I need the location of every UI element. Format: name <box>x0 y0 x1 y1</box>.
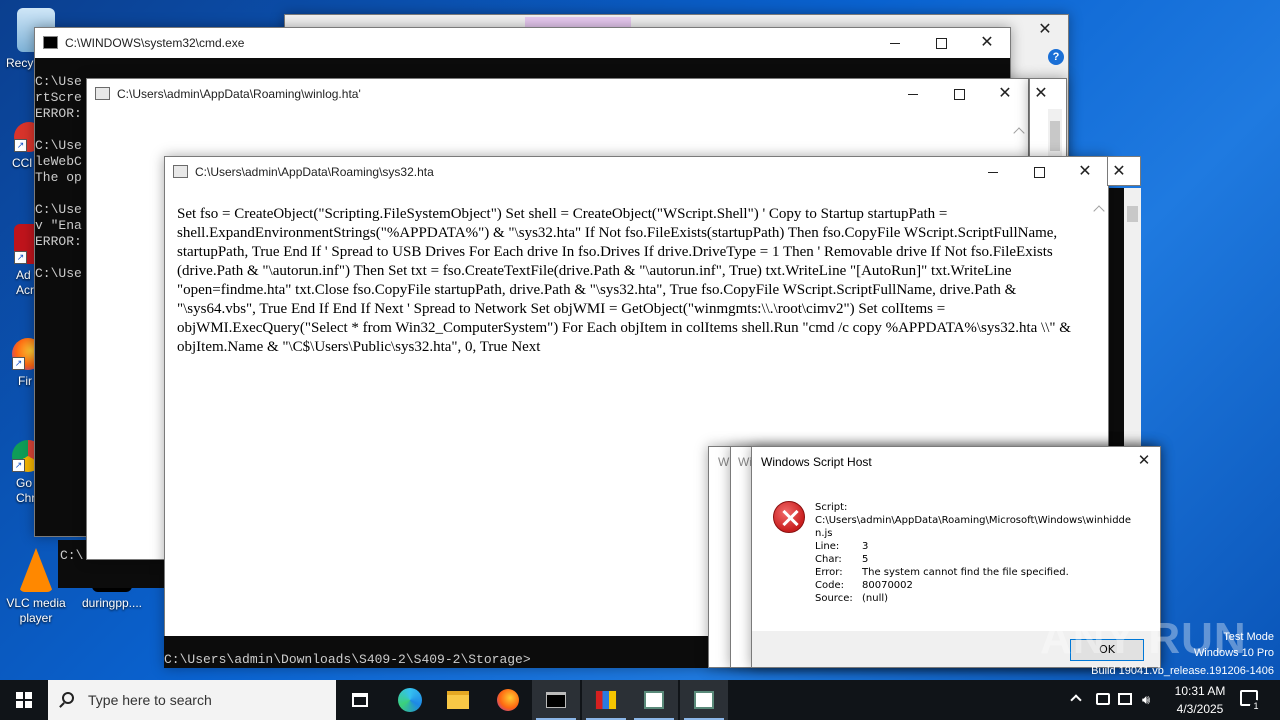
cmd-maximize-button[interactable] <box>918 28 964 58</box>
taskbar-explorer[interactable] <box>434 680 482 720</box>
taskbar: Type here to search 🔊︎ 10:31 AM 4/3/2025… <box>0 680 1280 720</box>
script-host-icon <box>595 690 617 710</box>
char-label: Char: <box>815 554 842 565</box>
winlog-titlebar[interactable]: C:\Users\admin\AppData\Roaming\winlog.ht… <box>87 79 1028 109</box>
cmd-icon <box>546 692 566 708</box>
scroll-up-icon[interactable] <box>1093 205 1105 217</box>
char-row: Char: 5 <box>815 553 1145 566</box>
sys32-script-content: Set fso = CreateObject("Scripting.FileSy… <box>177 206 1071 355</box>
taskbar-firefox[interactable] <box>484 680 532 720</box>
task-view-button[interactable] <box>336 680 384 720</box>
windows-logo-icon <box>16 692 32 708</box>
vlc-cone-icon <box>19 548 53 592</box>
dialog-title: Windows Script Host <box>761 455 872 469</box>
cmd-bottom-prompt: C:\Users\admin\Downloads\S409-2\S409-2\S… <box>164 652 531 667</box>
task-view-icon <box>352 693 368 707</box>
script-path: C:\Users\admin\AppData\Roaming\Microsoft… <box>815 515 1132 539</box>
msgbox-behind-title: W <box>718 455 730 469</box>
msgbox-behind-title: Wi <box>738 455 752 469</box>
code-row: Code: 80070002 <box>815 579 1145 592</box>
search-icon <box>62 692 74 704</box>
code-label: Code: <box>815 580 844 591</box>
error-icon <box>773 501 805 533</box>
frame-close-button[interactable]: ✕ <box>1026 79 1056 109</box>
cmd-fragment-prompt: C:\ <box>60 548 84 563</box>
hta-window-icon <box>694 691 714 709</box>
frame-scroll-thumb <box>1050 121 1060 151</box>
line-label: Line: <box>815 541 840 552</box>
tray-volume-icon[interactable]: 🔊︎ <box>1142 692 1150 708</box>
sys32-side-frame: ✕ <box>1107 156 1141 186</box>
clock-time[interactable]: 10:31 AM <box>1160 684 1240 698</box>
taskbar-hta-2[interactable] <box>680 680 728 720</box>
taskbar-script-host[interactable] <box>582 680 630 720</box>
line-value: 3 <box>862 541 869 552</box>
tray-keyboard-icon[interactable] <box>1118 693 1132 705</box>
firefox-icon <box>497 689 519 711</box>
os-edition-text: Windows 10 Pro <box>1193 647 1274 659</box>
search-placeholder: Type here to search <box>88 692 212 708</box>
source-value: (null) <box>862 593 889 604</box>
shortcut-arrow-icon: ↗ <box>14 251 27 264</box>
side-scroll-thumb <box>1127 206 1138 222</box>
background-close-button[interactable]: ✕ <box>1022 15 1068 45</box>
shortcut-arrow-icon: ↗ <box>12 459 25 472</box>
sys32-maximize-button[interactable] <box>1016 157 1062 187</box>
shortcut-arrow-icon: ↗ <box>14 139 27 152</box>
scroll-up-icon[interactable] <box>1013 127 1025 139</box>
sys32-side-scrollbar <box>1124 188 1141 446</box>
cmd-titlebar[interactable]: C:\WINDOWS\system32\cmd.exe ✕ <box>35 28 1010 58</box>
taskbar-cmd[interactable] <box>532 680 580 720</box>
test-mode-text: Test Mode <box>1223 631 1274 643</box>
tray-chevron-icon[interactable] <box>1070 694 1082 706</box>
folder-icon <box>447 691 469 709</box>
sys32-minimize-button[interactable] <box>970 157 1016 187</box>
shortcut-arrow-icon: ↗ <box>12 357 25 370</box>
edge-icon <box>398 688 422 712</box>
cmd-icon <box>43 36 58 49</box>
dialog-close-button[interactable]: ✕ <box>1128 447 1160 475</box>
build-text: Build 19041.vb_release.191206-1406 <box>1091 665 1274 677</box>
taskbar-hta-1[interactable] <box>630 680 678 720</box>
source-row: Source: (null) <box>815 592 1145 605</box>
sys32-titlebar[interactable]: C:\Users\admin\AppData\Roaming\sys32.hta… <box>165 157 1108 187</box>
taskbar-search-box[interactable]: Type here to search <box>48 680 336 720</box>
clock-date[interactable]: 4/3/2025 <box>1160 702 1240 716</box>
error-label: Error: <box>815 567 843 578</box>
source-label: Source: <box>815 593 853 604</box>
notification-count: 1 <box>1250 700 1262 712</box>
cmd-bottom-strip[interactable]: C:\Users\admin\Downloads\S409-2\S409-2\S… <box>164 636 710 668</box>
winlog-maximize-button[interactable] <box>936 79 982 109</box>
cmd-minimize-button[interactable] <box>872 28 918 58</box>
cmd-close-button[interactable]: ✕ <box>964 28 1010 58</box>
desktop-icon-label: duringpp.... <box>81 596 143 610</box>
error-row: Error: The system cannot find the file sp… <box>815 566 1145 579</box>
hta-icon <box>95 87 110 100</box>
side-close-button[interactable]: ✕ <box>1102 157 1136 187</box>
hta-window-icon <box>644 691 664 709</box>
line-row: Line: 3 <box>815 540 1145 553</box>
cmd-title: C:\WINDOWS\system32\cmd.exe <box>65 36 245 50</box>
winlog-close-button[interactable]: ✕ <box>982 79 1028 109</box>
script-label: Script: <box>815 502 848 513</box>
winlog-title: C:\Users\admin\AppData\Roaming\winlog.ht… <box>117 87 361 101</box>
dialog-message: Script: C:\Users\admin\AppData\Roaming\M… <box>815 501 1145 605</box>
help-icon[interactable]: ? <box>1048 49 1064 65</box>
error-value: The system cannot find the file specifie… <box>862 567 1069 578</box>
hta-icon <box>173 165 188 178</box>
sys32-title: C:\Users\admin\AppData\Roaming\sys32.hta <box>195 165 434 179</box>
winlog-minimize-button[interactable] <box>890 79 936 109</box>
start-button[interactable] <box>0 680 48 720</box>
taskbar-edge[interactable] <box>386 680 434 720</box>
char-value: 5 <box>862 554 869 565</box>
code-value: 80070002 <box>862 580 913 591</box>
desktop-icon-label: VLC media player <box>6 596 66 625</box>
cmd-strip <box>1108 188 1124 448</box>
tray-network-icon[interactable] <box>1096 693 1110 705</box>
